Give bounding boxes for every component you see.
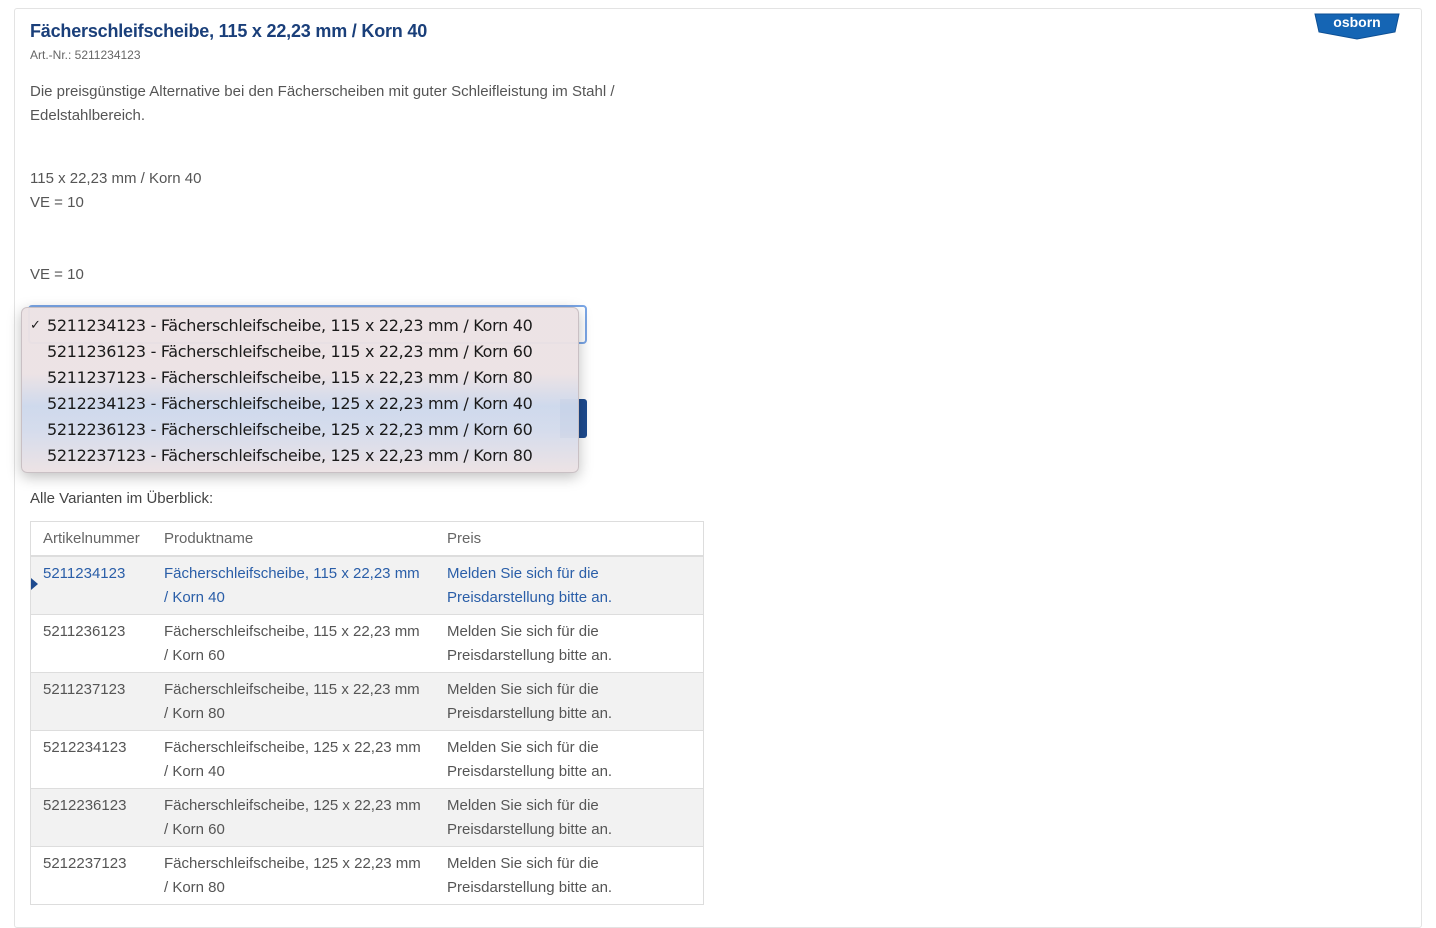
cell-artnr[interactable]: 5211234123: [30, 555, 152, 615]
cell-name: Fächerschleifscheibe, 115 x 22,23 mm / K…: [152, 614, 435, 673]
column-header-name[interactable]: Produktname: [152, 521, 435, 557]
cell-name: Fächerschleifscheibe, 125 x 22,23 mm / K…: [152, 730, 435, 789]
cell-artnr: 5212236123: [30, 788, 152, 847]
table-row[interactable]: 5211236123 Fächerschleifscheibe, 115 x 2…: [30, 614, 704, 673]
table-row[interactable]: 5211237123 Fächerschleifscheibe, 115 x 2…: [30, 672, 704, 731]
variant-option[interactable]: 5212234123 - Fächerschleifscheibe, 125 x…: [22, 391, 578, 417]
article-number: Art.-Nr.: 5211234123: [30, 48, 141, 62]
cell-price: Melden Sie sich für die Preisdarstellung…: [435, 846, 704, 905]
cell-artnr: 5212237123: [30, 846, 152, 905]
osborn-logo[interactable]: osborn: [1311, 10, 1403, 40]
active-row-arrow-icon: [31, 578, 38, 590]
logo-text: osborn: [1333, 14, 1380, 30]
packaging-unit-info: VE = 10: [30, 266, 84, 283]
cell-artnr: 5212234123: [30, 730, 152, 789]
product-description: Die preisgünstige Alternative bei den Fä…: [30, 83, 615, 124]
spec-packaging-unit: VE = 10: [30, 194, 84, 211]
table-row[interactable]: 5212236123 Fächerschleifscheibe, 125 x 2…: [30, 788, 704, 847]
variant-option[interactable]: 5212236123 - Fächerschleifscheibe, 125 x…: [22, 417, 578, 443]
cell-price[interactable]: Melden Sie sich für die Preisdarstellung…: [435, 555, 704, 615]
column-header-price[interactable]: Preis: [435, 521, 704, 557]
cell-price: Melden Sie sich für die Preisdarstellung…: [435, 672, 704, 731]
cell-artnr: 5211236123: [30, 614, 152, 673]
cell-price: Melden Sie sich für die Preisdarstellung…: [435, 614, 704, 673]
variant-option[interactable]: 5212237123 - Fächerschleifscheibe, 125 x…: [22, 443, 578, 469]
variant-option[interactable]: 5211236123 - Fächerschleifscheibe, 115 x…: [22, 339, 578, 365]
cell-name: Fächerschleifscheibe, 125 x 22,23 mm / K…: [152, 788, 435, 847]
table-row[interactable]: 5211234123 Fächerschleifscheibe, 115 x 2…: [30, 555, 704, 615]
spec-dimensions: 115 x 22,23 mm / Korn 40: [30, 170, 202, 187]
cell-price: Melden Sie sich für die Preisdarstellung…: [435, 788, 704, 847]
checkmark-icon: ✓: [30, 318, 41, 333]
variants-heading: Alle Varianten im Überblick:: [30, 490, 214, 507]
product-title: Fächerschleifscheibe, 115 x 22,23 mm / K…: [30, 21, 428, 41]
table-row[interactable]: 5212237123 Fächerschleifscheibe, 125 x 2…: [30, 846, 704, 905]
variant-option[interactable]: ✓ 5211234123 - Fächerschleifscheibe, 115…: [22, 313, 578, 339]
column-header-artnr[interactable]: Artikelnummer: [30, 521, 152, 557]
table-row[interactable]: 5212234123 Fächerschleifscheibe, 125 x 2…: [30, 730, 704, 789]
variant-option[interactable]: 5211237123 - Fächerschleifscheibe, 115 x…: [22, 365, 578, 391]
cell-price: Melden Sie sich für die Preisdarstellung…: [435, 730, 704, 789]
cell-artnr: 5211237123: [30, 672, 152, 731]
variant-dropdown-list[interactable]: ✓ 5211234123 - Fächerschleifscheibe, 115…: [21, 307, 579, 473]
cell-name: Fächerschleifscheibe, 115 x 22,23 mm / K…: [152, 672, 435, 731]
variants-table: Artikelnummer Produktname Preis 52112341…: [30, 521, 704, 905]
cell-name[interactable]: Fächerschleifscheibe, 115 x 22,23 mm / K…: [152, 555, 435, 615]
cell-name: Fächerschleifscheibe, 125 x 22,23 mm / K…: [152, 846, 435, 905]
